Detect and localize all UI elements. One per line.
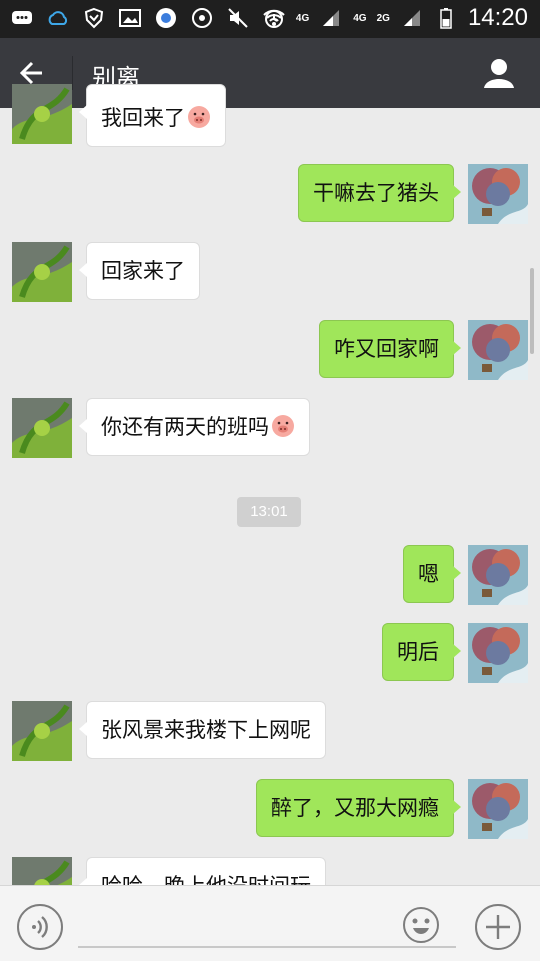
message-bubble[interactable]: 明后: [382, 623, 461, 681]
shield-icon: [82, 6, 106, 30]
message-bubble[interactable]: 醉了，又那大网瘾: [256, 779, 461, 837]
time-divider: 13:01: [237, 497, 301, 527]
network-type-label-3: 2G: [376, 12, 390, 24]
profile-icon[interactable]: [482, 56, 516, 90]
message-bubble[interactable]: 张风景来我楼下上网呢: [79, 701, 326, 759]
message-text: 回家来了: [101, 259, 185, 283]
my-avatar[interactable]: [468, 164, 528, 224]
message-text: 咋又回家啊: [334, 337, 439, 361]
message-text: 张风景来我楼下上网呢: [101, 718, 311, 742]
emoji-icon[interactable]: [402, 906, 440, 944]
contact-avatar[interactable]: [12, 242, 72, 302]
message-bubble[interactable]: 你还有两天的班吗: [79, 398, 310, 456]
message-bubble[interactable]: 嗯: [403, 545, 461, 603]
signal-icon: [319, 6, 343, 30]
battery-icon: [434, 6, 458, 30]
chat-header: 别离: [0, 38, 540, 108]
message-bubble[interactable]: 干嘛去了猪头: [298, 164, 461, 222]
scrollbar[interactable]: [530, 268, 534, 354]
network-type-label-2: 4G: [353, 12, 367, 24]
input-bar: [0, 885, 540, 961]
message-bubble[interactable]: 咋又回家啊: [319, 320, 461, 378]
message-bubble[interactable]: 我回来了: [79, 84, 226, 147]
chat-notification-icon: [10, 6, 34, 30]
header-divider: [72, 56, 73, 90]
contact-avatar[interactable]: [12, 398, 72, 458]
mute-icon: [226, 6, 250, 30]
voice-icon[interactable]: [16, 903, 64, 951]
message-text: 明后: [397, 640, 439, 664]
my-avatar[interactable]: [468, 545, 528, 605]
browser-icon: [154, 6, 178, 30]
network-type-label: 4G: [295, 12, 310, 24]
message-text: 醉了，又那大网瘾: [271, 796, 439, 820]
message-input[interactable]: [78, 946, 456, 948]
message-text: 干嘛去了猪头: [313, 181, 439, 205]
wifi-icon: [262, 6, 286, 30]
clock: 14:20: [467, 4, 528, 31]
my-avatar[interactable]: [468, 779, 528, 839]
message-text: 我回来了: [101, 106, 185, 130]
pig-emoji-icon: [271, 414, 295, 438]
status-bar: 4G 4G 2G 14:20: [0, 0, 540, 38]
power-icon: [190, 6, 214, 30]
message-bubble[interactable]: 回家来了: [79, 242, 200, 300]
contact-avatar[interactable]: [12, 701, 72, 761]
message-text: 你还有两天的班吗: [101, 415, 269, 439]
my-avatar[interactable]: [468, 320, 528, 380]
my-avatar[interactable]: [468, 623, 528, 683]
message-text: 嗯: [418, 562, 439, 586]
contact-avatar[interactable]: [12, 84, 72, 144]
pig-emoji-icon: [187, 105, 211, 129]
plus-icon[interactable]: [474, 903, 522, 951]
image-icon: [118, 6, 142, 30]
cloud-icon: [46, 6, 70, 30]
signal-icon-2: [400, 6, 424, 30]
